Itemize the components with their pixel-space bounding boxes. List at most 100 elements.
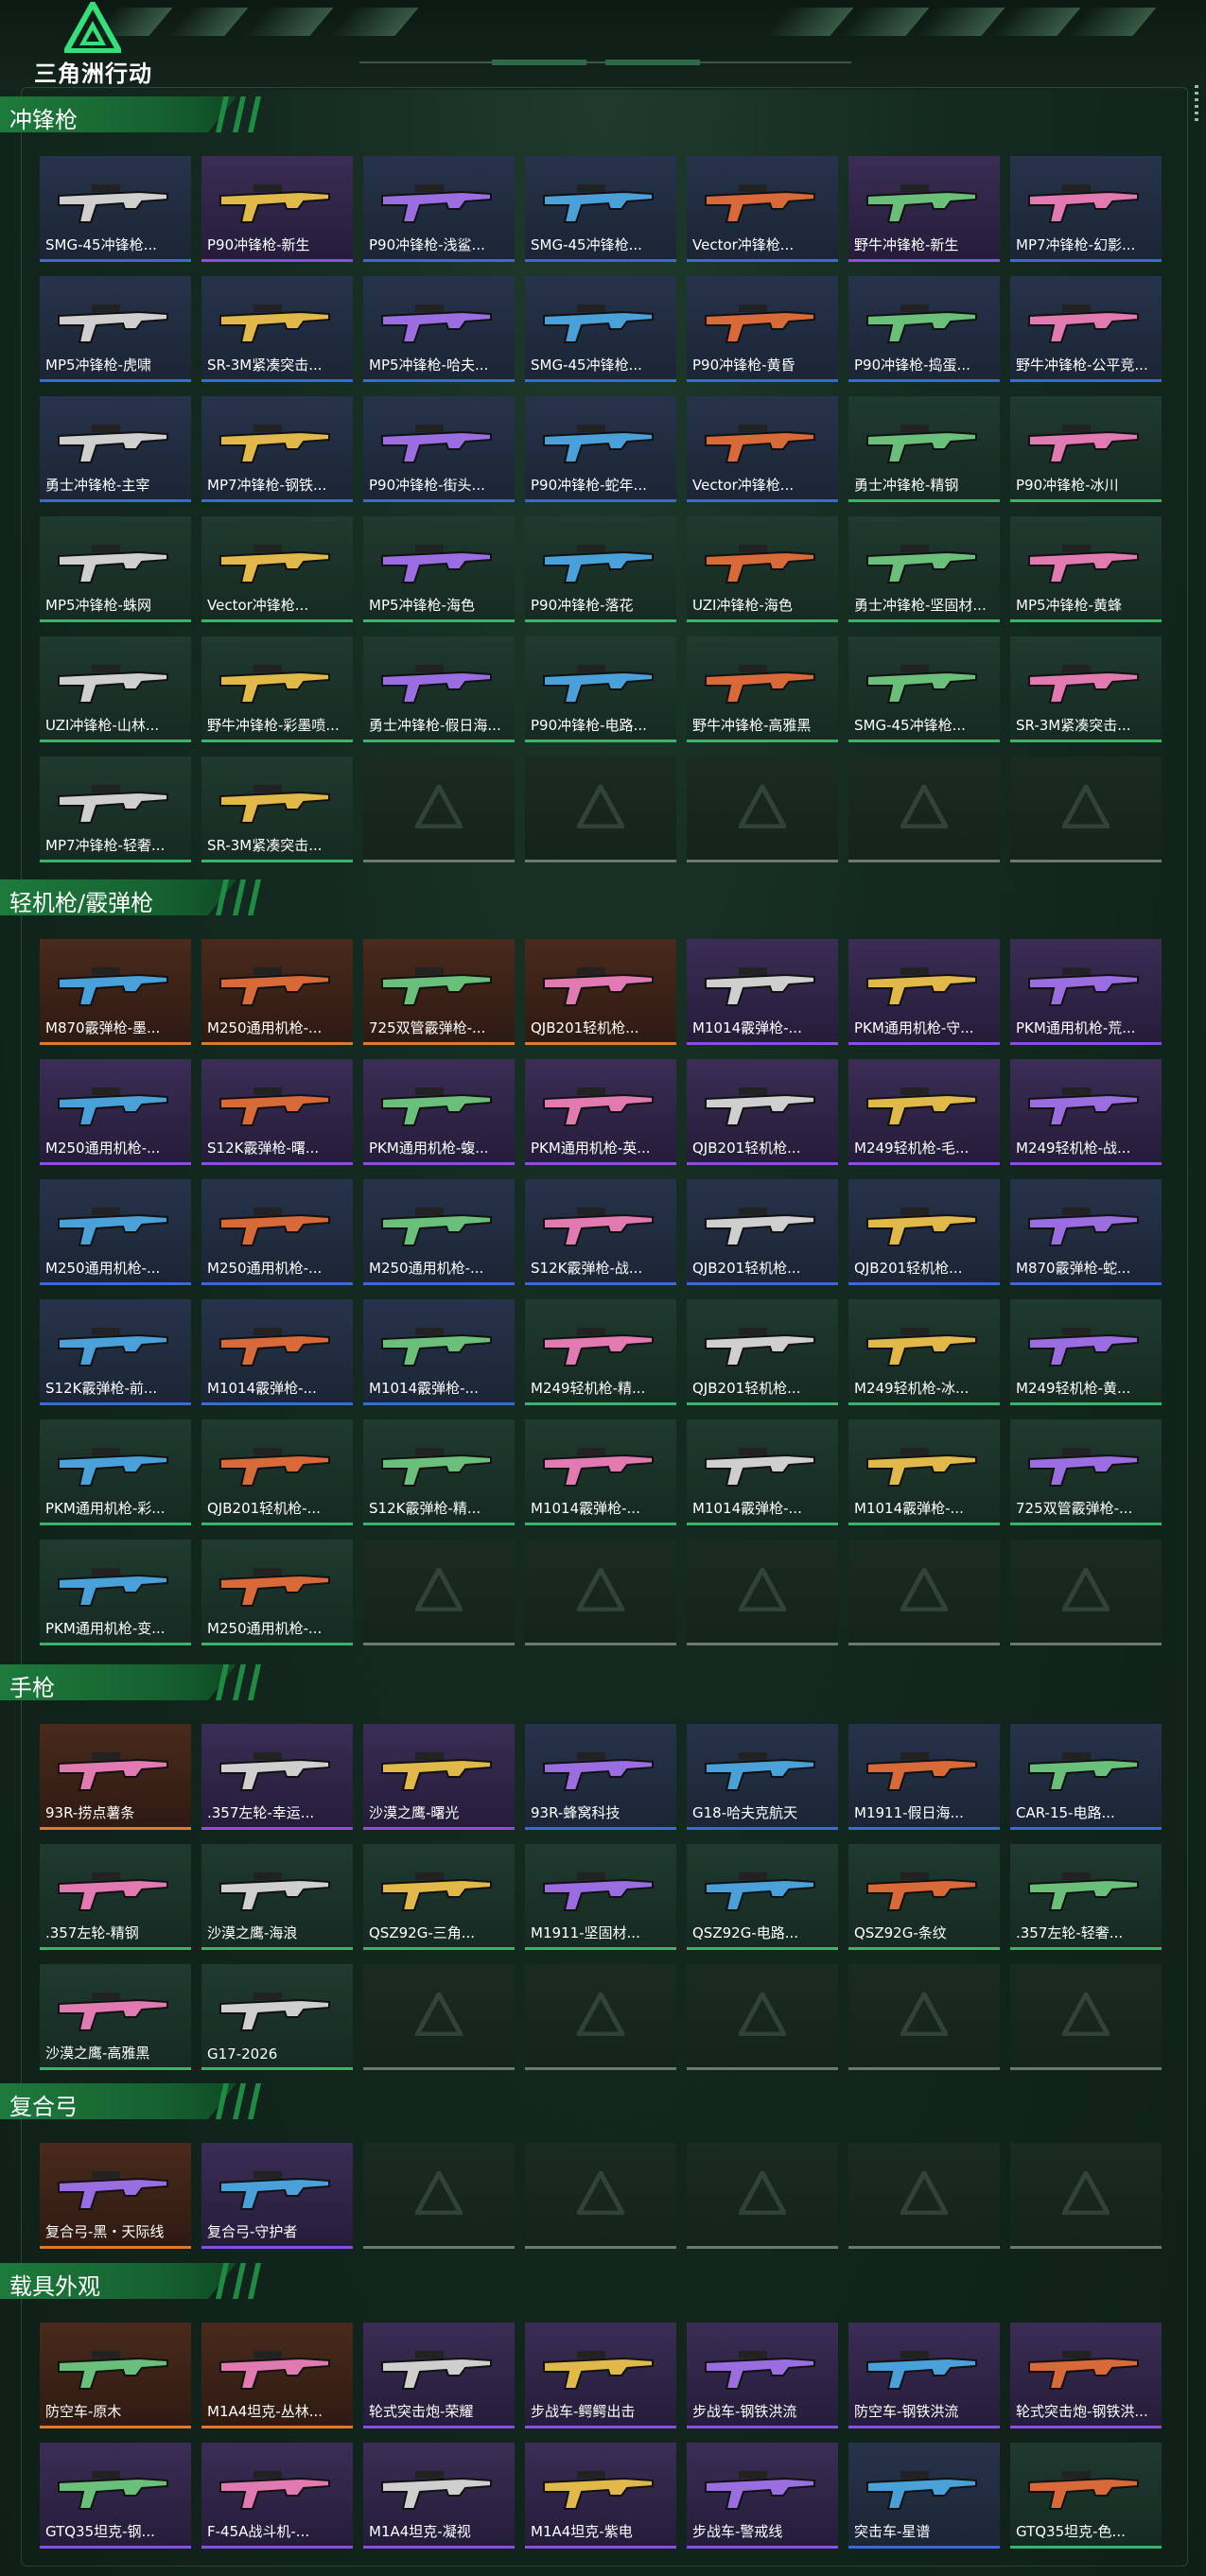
item-card[interactable]: 野牛冲锋枪-彩墨喷... — [201, 636, 353, 742]
item-card[interactable]: 防空车-钢铁洪流 — [848, 2323, 1000, 2428]
item-card[interactable]: QSZ92G-三角... — [363, 1844, 515, 1950]
item-card[interactable]: MP5冲锋枪-虎啸 — [40, 276, 191, 382]
item-card[interactable]: 93R-捞点薯条 — [40, 1724, 191, 1830]
item-card[interactable]: Vector冲锋枪... — [201, 516, 353, 622]
item-card[interactable]: M250通用机枪-... — [363, 1179, 515, 1285]
item-card[interactable]: M1014霰弹枪-... — [848, 1419, 1000, 1525]
item-card[interactable]: P90冲锋枪-捣蛋... — [848, 276, 1000, 382]
item-card[interactable]: QJB201轻机枪... — [848, 1179, 1000, 1285]
item-card[interactable]: M249轻机枪-战... — [1010, 1059, 1162, 1165]
item-card[interactable]: 复合弓-黑・天际线 — [40, 2143, 191, 2249]
item-card[interactable]: M250通用机枪-... — [201, 939, 353, 1045]
item-card[interactable]: GTQ35坦克-色... — [1010, 2443, 1162, 2549]
item-card[interactable]: 轮式突击炮-钢铁洪... — [1010, 2323, 1162, 2428]
item-card[interactable]: 步战车-鳄鳄出击 — [525, 2323, 676, 2428]
item-card[interactable]: P90冲锋枪-黄昏 — [687, 276, 838, 382]
item-card[interactable]: MP7冲锋枪-钢铁... — [201, 396, 353, 502]
item-card[interactable]: S12K霰弹枪-前... — [40, 1299, 191, 1405]
item-card[interactable]: S12K霰弹枪-战... — [525, 1179, 676, 1285]
item-card[interactable]: M1014霰弹枪-... — [363, 1299, 515, 1405]
item-card[interactable]: MP5冲锋枪-哈夫... — [363, 276, 515, 382]
item-card[interactable]: 沙漠之鹰-高雅黑 — [40, 1964, 191, 2070]
item-card[interactable]: .357左轮-轻奢... — [1010, 1844, 1162, 1950]
item-card[interactable]: 725双管霰弹枪-... — [363, 939, 515, 1045]
item-card[interactable]: .357左轮-幸运... — [201, 1724, 353, 1830]
item-card[interactable]: G17-2026 — [201, 1964, 353, 2070]
item-card[interactable]: Vector冲锋枪... — [687, 396, 838, 502]
item-card[interactable]: 725双管霰弹枪-... — [1010, 1419, 1162, 1525]
item-card[interactable]: 防空车-原木 — [40, 2323, 191, 2428]
item-card[interactable]: 勇士冲锋枪-主宰 — [40, 396, 191, 502]
item-card[interactable]: QJB201轻机枪... — [687, 1059, 838, 1165]
item-card[interactable]: SR-3M紧凑突击... — [201, 757, 353, 862]
item-card[interactable]: 突击车-星谱 — [848, 2443, 1000, 2549]
item-card[interactable]: QSZ92G-电路... — [687, 1844, 838, 1950]
item-card[interactable]: PKM通用机枪-蝮... — [363, 1059, 515, 1165]
item-card[interactable]: M250通用机枪-... — [201, 1540, 353, 1645]
item-card[interactable]: F-45A战斗机-... — [201, 2443, 353, 2549]
item-card[interactable]: P90冲锋枪-浅鲨... — [363, 156, 515, 262]
item-card[interactable]: CAR-15-电路... — [1010, 1724, 1162, 1830]
item-card[interactable]: PKM通用机枪-守... — [848, 939, 1000, 1045]
item-card[interactable]: M870霰弹枪-墨... — [40, 939, 191, 1045]
item-card[interactable]: M1A4坦克-丛林... — [201, 2323, 353, 2428]
item-card[interactable]: PKM通用机枪-英... — [525, 1059, 676, 1165]
item-card[interactable]: 野牛冲锋枪-高雅黑 — [687, 636, 838, 742]
item-card[interactable]: MP5冲锋枪-黄蜂 — [1010, 516, 1162, 622]
item-card[interactable]: 野牛冲锋枪-公平竞... — [1010, 276, 1162, 382]
item-card[interactable]: SMG-45冲锋枪... — [848, 636, 1000, 742]
item-card[interactable]: M249轻机枪-精... — [525, 1299, 676, 1405]
item-card[interactable]: 勇士冲锋枪-精钢 — [848, 396, 1000, 502]
item-card[interactable]: UZI冲锋枪-海色 — [687, 516, 838, 622]
item-card[interactable]: 复合弓-守护者 — [201, 2143, 353, 2249]
item-card[interactable]: M1014霰弹枪-... — [687, 1419, 838, 1525]
item-card[interactable]: UZI冲锋枪-山林... — [40, 636, 191, 742]
item-card[interactable]: P90冲锋枪-落花 — [525, 516, 676, 622]
scroll-indicator[interactable] — [1195, 85, 1198, 123]
item-card[interactable]: M250通用机枪-... — [40, 1179, 191, 1285]
item-card[interactable]: QJB201轻机枪... — [687, 1179, 838, 1285]
app-logo[interactable]: 三角洲行动 — [34, 0, 166, 87]
item-card[interactable]: 93R-蜂窝科技 — [525, 1724, 676, 1830]
item-card[interactable]: 勇士冲锋枪-假日海... — [363, 636, 515, 742]
item-card[interactable]: P90冲锋枪-街头... — [363, 396, 515, 502]
item-card[interactable]: M250通用机枪-... — [40, 1059, 191, 1165]
item-card[interactable]: S12K霰弹枪-精... — [363, 1419, 515, 1525]
item-card[interactable]: P90冲锋枪-蛇年... — [525, 396, 676, 502]
item-card[interactable]: SR-3M紧凑突击... — [1010, 636, 1162, 742]
item-card[interactable]: QJB201轻机枪... — [525, 939, 676, 1045]
item-card[interactable]: .357左轮-精钢 — [40, 1844, 191, 1950]
item-card[interactable]: M1A4坦克-凝视 — [363, 2443, 515, 2549]
item-card[interactable]: QJB201轻机枪-... — [201, 1419, 353, 1525]
item-card[interactable]: MP5冲锋枪-蛛网 — [40, 516, 191, 622]
item-card[interactable]: P90冲锋枪-冰川 — [1010, 396, 1162, 502]
item-card[interactable]: M1A4坦克-紫电 — [525, 2443, 676, 2549]
item-card[interactable]: M1014霰弹枪-... — [525, 1419, 676, 1525]
item-card[interactable]: QJB201轻机枪... — [687, 1299, 838, 1405]
item-card[interactable]: MP5冲锋枪-海色 — [363, 516, 515, 622]
item-card[interactable]: PKM通用机枪-彩... — [40, 1419, 191, 1525]
item-card[interactable]: M1911-假日海... — [848, 1724, 1000, 1830]
item-card[interactable]: MP7冲锋枪-轻奢... — [40, 757, 191, 862]
item-card[interactable]: M249轻机枪-冰... — [848, 1299, 1000, 1405]
item-card[interactable]: M250通用机枪-... — [201, 1179, 353, 1285]
item-card[interactable]: 沙漠之鹰-海浪 — [201, 1844, 353, 1950]
item-card[interactable]: M870霰弹枪-蛇... — [1010, 1179, 1162, 1285]
item-card[interactable]: 勇士冲锋枪-坚固材... — [848, 516, 1000, 622]
item-card[interactable]: SR-3M紧凑突击... — [201, 276, 353, 382]
item-card[interactable]: 步战车-钢铁洪流 — [687, 2323, 838, 2428]
item-card[interactable]: PKM通用机枪-变... — [40, 1540, 191, 1645]
item-card[interactable]: M1014霰弹枪-... — [201, 1299, 353, 1405]
item-card[interactable]: SMG-45冲锋枪... — [525, 156, 676, 262]
item-card[interactable]: 野牛冲锋枪-新生 — [848, 156, 1000, 262]
item-card[interactable]: QSZ92G-条纹 — [848, 1844, 1000, 1950]
item-card[interactable]: M249轻机枪-黄... — [1010, 1299, 1162, 1405]
item-card[interactable]: P90冲锋枪-电路... — [525, 636, 676, 742]
item-card[interactable]: SMG-45冲锋枪... — [525, 276, 676, 382]
item-card[interactable]: M249轻机枪-毛... — [848, 1059, 1000, 1165]
item-card[interactable]: P90冲锋枪-新生 — [201, 156, 353, 262]
item-card[interactable]: M1014霰弹枪-... — [687, 939, 838, 1045]
item-card[interactable]: SMG-45冲锋枪... — [40, 156, 191, 262]
item-card[interactable]: GTQ35坦克-钢... — [40, 2443, 191, 2549]
item-card[interactable]: S12K霰弹枪-曙... — [201, 1059, 353, 1165]
